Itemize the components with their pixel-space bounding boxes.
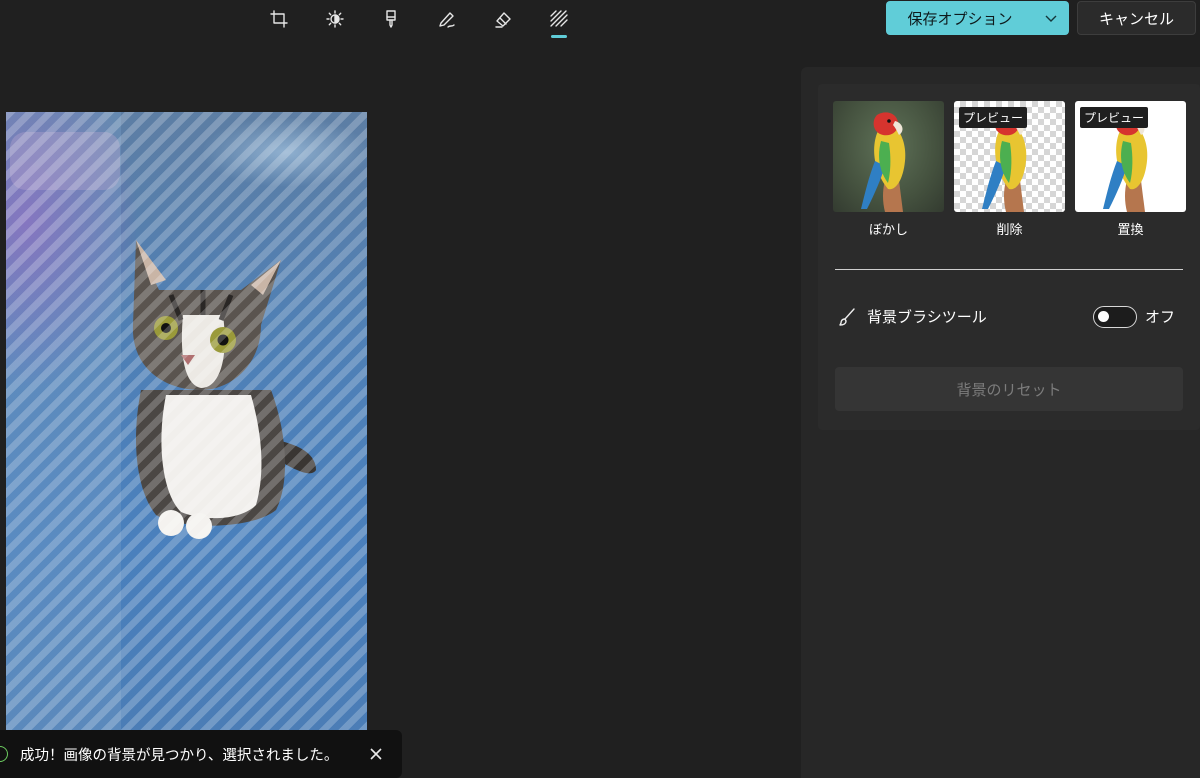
- save-options-button[interactable]: 保存オプション: [886, 1, 1069, 35]
- markup-tool-button[interactable]: [434, 6, 460, 32]
- crop-icon: [270, 10, 288, 28]
- success-check-icon: [0, 746, 8, 762]
- markup-pen-icon: [439, 12, 455, 28]
- filter-tool-button[interactable]: [378, 6, 404, 32]
- background-selection-overlay: [6, 112, 367, 778]
- background-option-remove[interactable]: プレビュー: [954, 101, 1065, 212]
- preview-badge: プレビュー: [959, 107, 1028, 128]
- background-option-replace[interactable]: プレビュー: [1075, 101, 1186, 212]
- editor-toolbar: 保存オプション キャンセル: [0, 0, 1200, 44]
- notification-message: 成功！画像の背景が見つかり、選択されました。: [20, 747, 339, 764]
- background-tool-button[interactable]: [546, 6, 572, 38]
- brightness-icon: [326, 10, 344, 28]
- background-option-blur[interactable]: [833, 101, 944, 212]
- edited-photo-canvas[interactable]: [6, 112, 367, 778]
- save-options-label: 保存オプション: [907, 9, 1013, 28]
- eraser-icon: [495, 12, 511, 28]
- save-options-dropdown[interactable]: [1034, 11, 1068, 25]
- background-brush-toggle-state: オフ: [1145, 308, 1176, 326]
- preview-badge: プレビュー: [1080, 107, 1149, 128]
- filter-brush-icon: [386, 10, 396, 28]
- toggle-knob: [1098, 311, 1109, 322]
- brush-icon: [837, 307, 857, 327]
- background-brush-label: 背景ブラシツール: [867, 308, 987, 326]
- close-icon: [370, 748, 382, 760]
- chevron-down-icon: [1045, 15, 1057, 22]
- background-option-remove-label: 削除: [996, 223, 1023, 238]
- background-brush-row: 背景ブラシツール オフ: [835, 300, 1183, 332]
- erase-tool-button[interactable]: [490, 6, 516, 32]
- panel-divider: [835, 269, 1183, 270]
- reset-background-button[interactable]: 背景のリセット: [835, 367, 1183, 411]
- background-option-blur-label: ぼかし: [868, 223, 908, 238]
- success-notification: 成功！画像の背景が見つかり、選択されました。: [0, 730, 402, 778]
- cancel-button[interactable]: キャンセル: [1077, 1, 1196, 35]
- background-brush-toggle[interactable]: [1093, 306, 1137, 328]
- parrot-preview-image: [861, 112, 906, 212]
- notification-close-button[interactable]: [366, 744, 386, 764]
- background-option-replace-label: 置換: [1117, 223, 1144, 238]
- background-icon: [550, 10, 568, 27]
- adjust-tool-button[interactable]: [322, 6, 348, 32]
- crop-tool-button[interactable]: [266, 6, 292, 32]
